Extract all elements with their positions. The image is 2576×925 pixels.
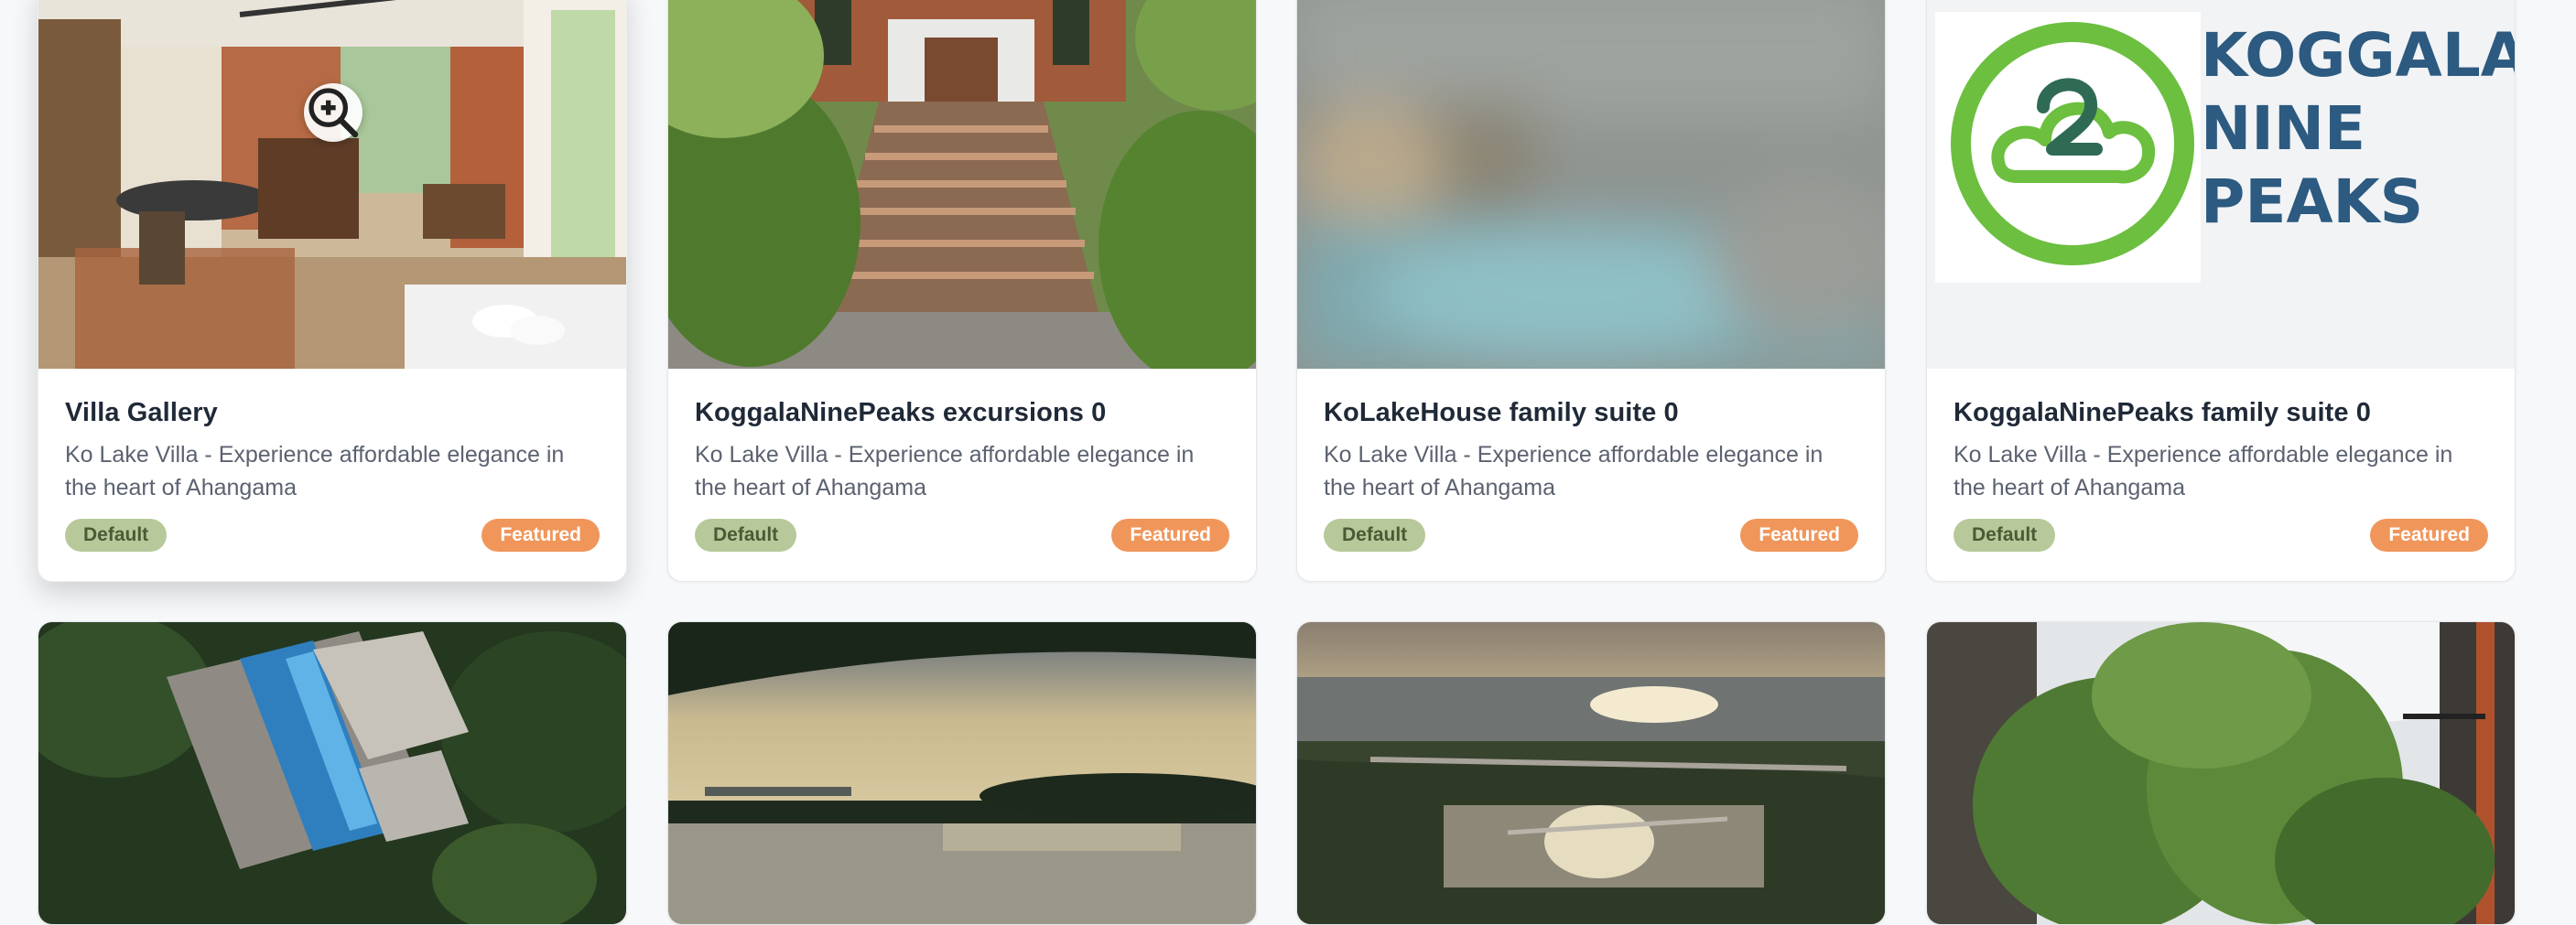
- card-tags: Default Featured: [65, 519, 600, 552]
- logo-mark-background: [1935, 12, 2201, 283]
- card-image-lagoon-sunset[interactable]: [668, 622, 1256, 924]
- logo-line-3: PEAKS: [2201, 167, 2424, 237]
- tag-featured: Featured: [1111, 519, 1229, 552]
- gallery-grid: Villa Gallery Ko Lake Villa - Experience…: [0, 0, 2576, 925]
- card-image-koggala-logo[interactable]: KOGGALA NINE PEAKS: [1927, 0, 2515, 369]
- gallery-card-lagoon-sunset[interactable]: [667, 621, 1257, 925]
- card-description: Ko Lake Villa - Experience affordable el…: [1954, 442, 2453, 500]
- gallery-card-koggala-excursions[interactable]: KoggalaNinePeaks excursions 0 Ko Lake Vi…: [667, 0, 1257, 582]
- gallery-card-aerial-villa[interactable]: [38, 621, 627, 925]
- card-tags: Default Featured: [1954, 519, 2488, 552]
- card-description: Ko Lake Villa - Experience affordable el…: [1324, 442, 1824, 500]
- card-tags: Default Featured: [1324, 519, 1858, 552]
- logo-line-2: NINE: [2201, 93, 2366, 164]
- card-body: KoggalaNinePeaks excursions 0 Ko Lake Vi…: [668, 369, 1256, 552]
- gallery-card-bridge-sunset[interactable]: [1296, 621, 1886, 925]
- card-image-bridge-sunset[interactable]: [1297, 622, 1885, 924]
- card-title[interactable]: KoLakeHouse family suite 0: [1324, 396, 1858, 429]
- card-body: KoggalaNinePeaks family suite 0 Ko Lake …: [1927, 369, 2515, 552]
- tag-default: Default: [65, 519, 168, 552]
- zoom-in-icon[interactable]: [304, 83, 363, 142]
- gallery-card-garden-terrace[interactable]: [1926, 621, 2516, 925]
- card-body: Villa Gallery Ko Lake Villa - Experience…: [38, 369, 626, 552]
- tag-default: Default: [1954, 519, 2056, 552]
- logo-line-1: KOGGALA: [2201, 20, 2515, 91]
- tag-featured: Featured: [482, 519, 600, 552]
- card-description: Ko Lake Villa - Experience affordable el…: [65, 442, 565, 500]
- card-description: Ko Lake Villa - Experience affordable el…: [695, 442, 1195, 500]
- tag-default: Default: [695, 519, 797, 552]
- gallery-card-koggala-family-suite[interactable]: KOGGALA NINE PEAKS KoggalaNinePeaks fami…: [1926, 0, 2516, 582]
- tag-default: Default: [1324, 519, 1426, 552]
- card-tags: Default Featured: [695, 519, 1229, 552]
- tag-featured: Featured: [1740, 519, 1858, 552]
- card-title[interactable]: KoggalaNinePeaks family suite 0: [1954, 396, 2488, 429]
- card-image-blurred-pool[interactable]: [1297, 0, 1885, 369]
- card-title[interactable]: KoggalaNinePeaks excursions 0: [695, 396, 1229, 429]
- card-title[interactable]: Villa Gallery: [65, 396, 600, 429]
- card-image-aerial-pool[interactable]: [38, 622, 626, 924]
- card-image-garden-stairs[interactable]: [668, 0, 1256, 369]
- gallery-card-villa-gallery[interactable]: Villa Gallery Ko Lake Villa - Experience…: [38, 0, 627, 582]
- card-image-bedroom[interactable]: [38, 0, 626, 369]
- koggala-logo-icon: [1951, 22, 2194, 265]
- tag-featured: Featured: [2370, 519, 2488, 552]
- logo-wordmark: KOGGALA NINE PEAKS: [2201, 19, 2515, 239]
- card-body: KoLakeHouse family suite 0 Ko Lake Villa…: [1297, 369, 1885, 552]
- gallery-card-kolakehouse-family-suite[interactable]: KoLakeHouse family suite 0 Ko Lake Villa…: [1296, 0, 1886, 582]
- card-image-garden-terrace[interactable]: [1927, 622, 2515, 924]
